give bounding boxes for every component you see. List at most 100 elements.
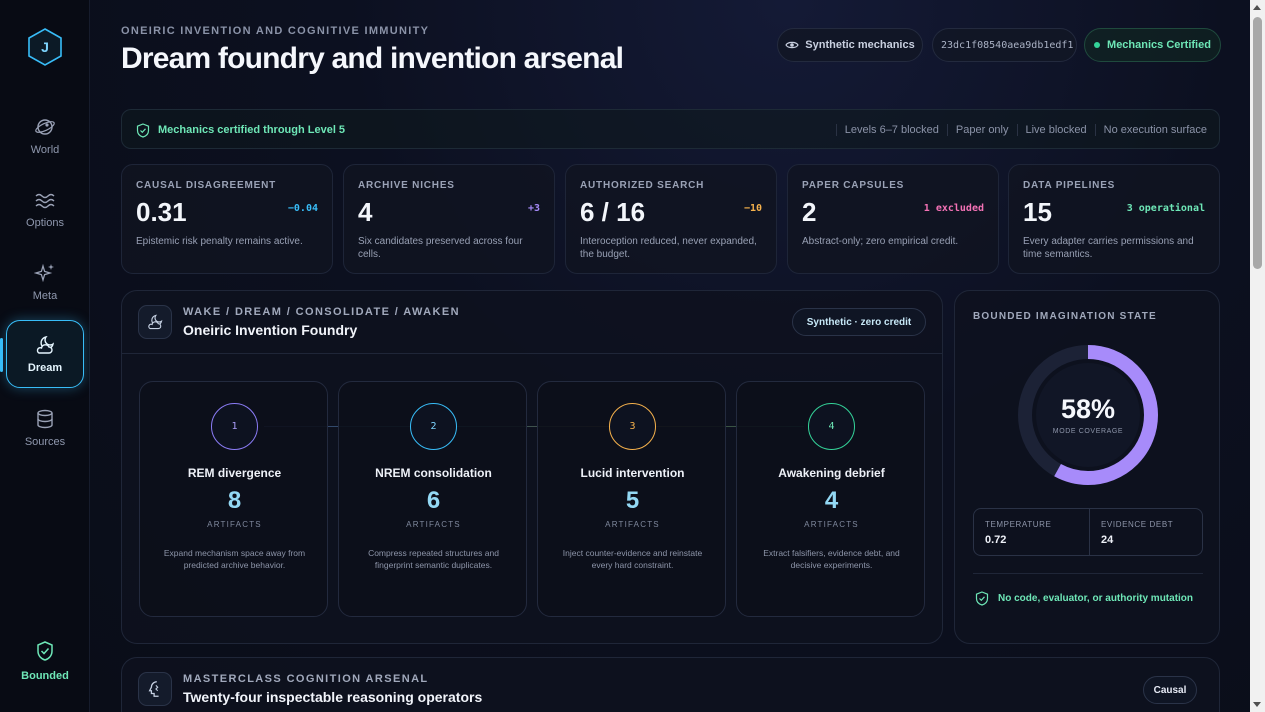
phase-card-nrem[interactable]: 2 NREM consolidation 6 ARTIFACTS Compres… <box>338 381 527 617</box>
phase-number: 2 <box>410 403 457 450</box>
arsenal-eyebrow: MASTERCLASS COGNITION ARSENAL <box>183 673 429 685</box>
sparkles-icon <box>34 263 54 283</box>
banner-tag: Paper only <box>946 124 1009 136</box>
cognition-arsenal-panel: MASTERCLASS COGNITION ARSENAL Twenty-fou… <box>121 657 1220 712</box>
metric-label: TEMPERATURE <box>985 520 1052 529</box>
app-logo[interactable]: J <box>25 27 65 67</box>
mutation-guard-text: No code, evaluator, or authority mutatio… <box>998 593 1194 604</box>
sidebar-item-label: Dream <box>27 362 63 374</box>
phase-unit: ARTIFACTS <box>406 520 461 529</box>
stat-delta: −0.04 <box>287 203 318 214</box>
sidebar-item-label: World <box>30 144 60 156</box>
phase-title: Awakening debrief <box>778 466 885 480</box>
phase-title: Lucid intervention <box>580 466 685 480</box>
arsenal-icon-box <box>138 672 172 706</box>
eye-icon <box>785 41 799 49</box>
stat-delta: −10 <box>743 203 762 214</box>
stat-label: DATA PIPELINES <box>1023 180 1116 191</box>
stat-card-paper-capsules[interactable]: PAPER CAPSULES 2 1 excluded Abstract-onl… <box>787 164 999 274</box>
phase-description: Compress repeated structures and fingerp… <box>368 548 499 570</box>
phase-card-lucid[interactable]: 3 Lucid intervention 5 ARTIFACTS Inject … <box>537 381 726 617</box>
stat-value: 4 <box>358 197 373 227</box>
bounded-status[interactable]: Bounded <box>6 640 84 688</box>
sidebar-item-world[interactable]: World <box>6 102 84 170</box>
phase-unit: ARTIFACTS <box>207 520 262 529</box>
banner-tag: Live blocked <box>1016 124 1087 136</box>
divider <box>973 573 1203 574</box>
brain-head-icon <box>148 681 159 697</box>
main-content: ONEIRIC INVENTION AND COGNITIVE IMMUNITY… <box>90 0 1250 712</box>
imagination-label: BOUNDED IMAGINATION STATE <box>973 311 1157 322</box>
shield-check-icon <box>37 641 53 661</box>
arsenal-filter-pill[interactable]: Causal <box>1143 676 1197 704</box>
stat-card-authorized-search[interactable]: AUTHORIZED SEARCH 6 / 16 −10 Interocepti… <box>565 164 777 274</box>
stat-delta: +3 <box>527 203 540 214</box>
phase-unit: ARTIFACTS <box>804 520 859 529</box>
sidebar-item-label: Options <box>26 217 64 229</box>
metric-label: EVIDENCE DEBT <box>1101 520 1174 529</box>
oneiric-foundry-panel: WAKE / DREAM / CONSOLIDATE / AWAKEN Onei… <box>121 290 943 644</box>
stat-label: AUTHORIZED SEARCH <box>580 180 705 191</box>
moon-cloud-icon <box>148 314 163 330</box>
phase-card-rem[interactable]: 1 REM divergence 8 ARTIFACTS Expand mech… <box>139 381 328 617</box>
stat-delta: 1 excluded <box>923 203 984 214</box>
stat-description: Epistemic risk penalty remains active. <box>136 236 303 247</box>
metric-temperature: TEMPERATURE 0.72 <box>974 509 1089 555</box>
stat-card-data-pipelines[interactable]: DATA PIPELINES 15 3 operational Every ad… <box>1008 164 1220 274</box>
coverage-value: 58% <box>1060 394 1116 424</box>
phase-count: 5 <box>625 487 640 514</box>
stat-description: Abstract-only; zero empirical credit. <box>802 236 959 247</box>
banner-tag: No execution surface <box>1094 124 1207 136</box>
stat-value: 2 <box>802 197 817 227</box>
phase-number: 3 <box>609 403 656 450</box>
phase-card-awakening[interactable]: 4 Awakening debrief 4 ARTIFACTS Extract … <box>736 381 925 617</box>
shield-icon <box>136 122 150 138</box>
bounded-imagination-panel: BOUNDED IMAGINATION STATE 58% MODE COVER… <box>954 290 1220 644</box>
sidebar-item-dream[interactable]: Dream <box>6 320 84 388</box>
phase-title: NREM consolidation <box>375 466 492 480</box>
globe-icon <box>35 119 55 135</box>
database-icon <box>37 409 53 429</box>
foundry-icon-box <box>138 305 172 339</box>
phase-description: Expand mechanism space away from predict… <box>163 548 306 570</box>
page-scrollbar[interactable] <box>1250 0 1265 712</box>
bounded-label: Bounded <box>21 670 69 682</box>
sidebar: J World Options Meta Dream Sources Bound… <box>0 0 90 712</box>
metric-evidence-debt: EVIDENCE DEBT 24 <box>1089 509 1204 555</box>
mode-pill-label: Synthetic mechanics <box>805 39 915 51</box>
phase-number: 4 <box>808 403 855 450</box>
certification-banner: Mechanics certified through Level 5 Leve… <box>121 109 1220 149</box>
sidebar-item-meta[interactable]: Meta <box>6 248 84 316</box>
phase-number: 1 <box>211 403 258 450</box>
hash-pill[interactable]: 23dc1f08540aea9db1edf1 <box>932 28 1077 62</box>
scroll-thumb[interactable] <box>1253 17 1262 269</box>
stat-value: 6 / 16 <box>580 197 646 227</box>
mode-pill[interactable]: Synthetic mechanics <box>777 28 923 62</box>
phase-count: 8 <box>227 487 242 514</box>
phase-title: REM divergence <box>187 466 282 480</box>
foundry-title: Oneiric Invention Foundry <box>183 322 358 338</box>
sidebar-item-label: Sources <box>24 436 66 448</box>
stat-delta: 3 operational <box>1126 203 1205 214</box>
logo-letter: J <box>41 39 49 55</box>
page-title: Dream foundry and invention arsenal <box>121 42 624 75</box>
sidebar-item-options[interactable]: Options <box>6 175 84 243</box>
stat-description: Six candidates preserved across four cel… <box>358 236 523 260</box>
banner-tag: Levels 6–7 blocked <box>835 124 939 136</box>
stat-description: Interoception reduced, never expanded, t… <box>580 236 757 260</box>
scroll-up-arrow-icon[interactable] <box>1253 5 1261 10</box>
phase-count: 4 <box>824 487 839 514</box>
stat-value: 0.31 <box>136 197 187 227</box>
stat-value: 15 <box>1023 197 1052 227</box>
scroll-down-arrow-icon[interactable] <box>1253 702 1261 707</box>
foundry-credit-pill[interactable]: Synthetic · zero credit <box>792 308 926 336</box>
foundry-eyebrow: WAKE / DREAM / CONSOLIDATE / AWAKEN <box>183 306 460 318</box>
moon-cloud-icon <box>36 335 55 354</box>
stat-card-causal-disagreement[interactable]: CAUSAL DISAGREEMENT 0.31 −0.04 Epistemic… <box>121 164 333 274</box>
phase-description: Inject counter-evidence and reinstate ev… <box>562 548 703 570</box>
hash-value: 23dc1f08540aea9db1edf1 <box>941 39 1074 51</box>
sidebar-item-sources[interactable]: Sources <box>6 394 84 462</box>
stat-card-archive-niches[interactable]: ARCHIVE NICHES 4 +3 Six candidates prese… <box>343 164 555 274</box>
banner-tags: Levels 6–7 blocked Paper only Live block… <box>828 110 1207 150</box>
certified-pill[interactable]: Mechanics Certified <box>1084 28 1221 62</box>
